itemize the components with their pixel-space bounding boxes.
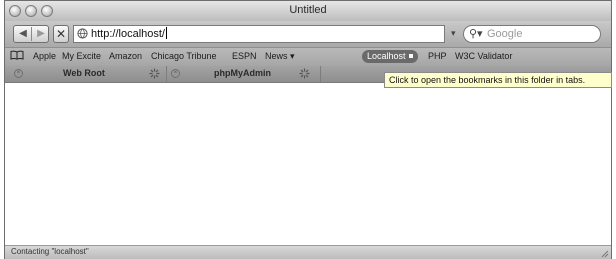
globe-icon (77, 28, 88, 39)
search-icon[interactable]: ⚲▾ (469, 26, 483, 42)
tab-phpmyadmin[interactable]: × phpMyAdmin (167, 66, 321, 82)
back-forward-control: ◀ ▶ (13, 25, 49, 43)
bookmarks-bar: Apple My Excite Amazon Chicago Tribune E… (5, 47, 611, 67)
web-content-area[interactable] (5, 83, 611, 246)
url-text: http://localhost/ (91, 26, 167, 42)
browser-window: Untitled ◀ ▶ ✕ http://localhost/ ▾ ⚲▾ Go… (4, 0, 612, 259)
bookmark-apple[interactable]: Apple (33, 51, 56, 61)
bookmark-folder-localhost[interactable]: Localhost (362, 50, 418, 63)
bookmark-folder-news[interactable]: News ▾ (265, 51, 295, 62)
close-tab-icon[interactable]: × (171, 69, 180, 78)
bookmark-w3c-validator[interactable]: W3C Validator (455, 51, 512, 61)
resize-grip-icon[interactable] (599, 248, 609, 258)
url-value: http://localhost/ (91, 28, 165, 40)
bookmark-chicago-tribune[interactable]: Chicago Tribune (151, 51, 217, 61)
loading-spinner-icon (299, 68, 310, 79)
url-history-dropdown-icon[interactable]: ▾ (451, 28, 456, 39)
close-tab-icon[interactable]: × (14, 69, 23, 78)
tab-label: phpMyAdmin (214, 68, 271, 78)
address-bar[interactable]: http://localhost/ (73, 25, 445, 43)
loading-spinner-icon (149, 68, 160, 79)
bookmark-tooltip: Click to open the bookmarks in this fold… (384, 72, 612, 88)
tab-label: Web Root (63, 68, 105, 78)
search-field[interactable]: ⚲▾ Google (463, 25, 601, 43)
tab-web-root[interactable]: × Web Root (5, 66, 167, 82)
forward-arrow-icon[interactable]: ▶ (32, 26, 50, 42)
text-caret (166, 27, 167, 39)
tabs-folder-icon (408, 54, 413, 58)
stop-x-icon: ✕ (55, 27, 67, 41)
search-placeholder: Google (487, 28, 523, 40)
toolbar: ◀ ▶ ✕ http://localhost/ ▾ ⚲▾ Google (5, 21, 611, 47)
bookmark-php[interactable]: PHP (428, 51, 447, 61)
window-title: Untitled (289, 4, 327, 16)
bookmark-amazon[interactable]: Amazon (109, 51, 142, 61)
bookmark-localhost-label: Localhost (367, 51, 406, 61)
bookmark-espn[interactable]: ESPN (232, 51, 257, 61)
stop-button[interactable]: ✕ (53, 25, 69, 43)
status-bar: Contacting "localhost" (5, 245, 611, 259)
bookmark-my-excite[interactable]: My Excite (62, 51, 101, 61)
open-book-icon[interactable] (10, 50, 24, 60)
title-bar: Untitled (5, 1, 611, 22)
status-text: Contacting "localhost" (11, 247, 89, 256)
back-arrow-icon[interactable]: ◀ (14, 26, 32, 42)
